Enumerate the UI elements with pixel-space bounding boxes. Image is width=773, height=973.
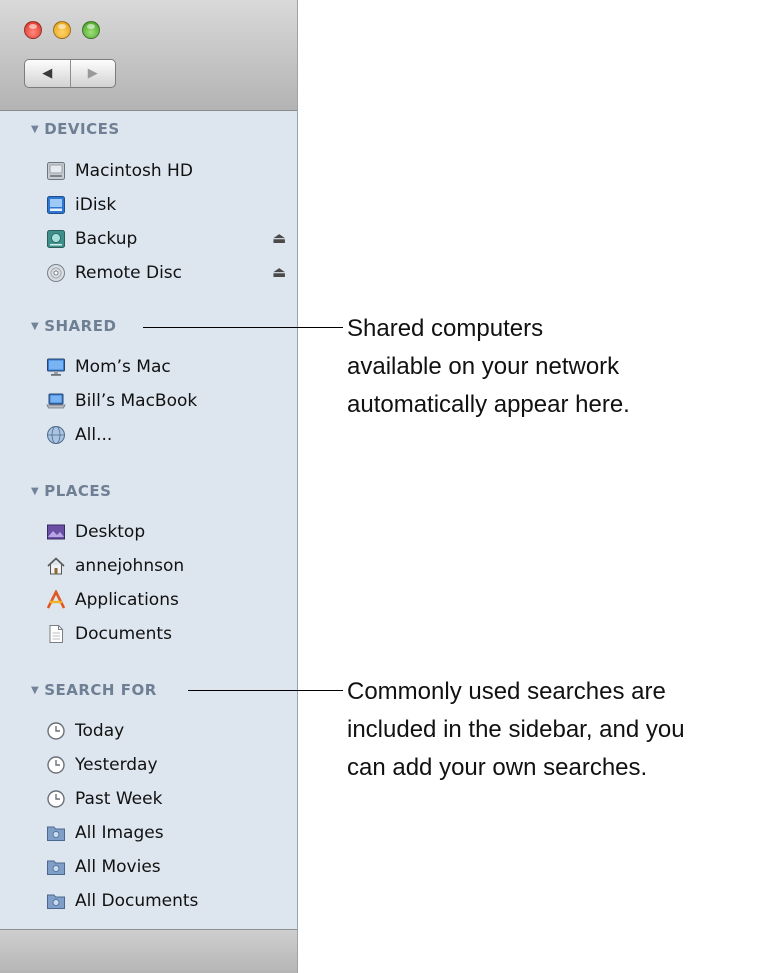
callout-line: available on your network [347, 353, 620, 380]
sidebar-item-remote-disc[interactable]: Remote Disc [46, 258, 182, 288]
forward-button[interactable]: ▶ [71, 60, 116, 87]
sidebar-item-label: Remote Disc [75, 263, 183, 283]
section-label: PLACES [44, 482, 112, 500]
home-icon [46, 556, 66, 576]
smart-folder-icon [46, 891, 66, 911]
desktop-icon [46, 522, 66, 542]
sidebar-item-label: Backup [75, 229, 138, 249]
section-header-devices[interactable]: ▼ DEVICES [31, 120, 120, 138]
sidebar-item-label: All Documents [75, 891, 199, 911]
section-label: SHARED [44, 317, 117, 335]
sidebar-item-label: Macintosh HD [75, 161, 193, 181]
minimize-button[interactable] [53, 21, 71, 39]
hard-drive-icon [46, 161, 66, 181]
clock-icon [46, 755, 66, 775]
finder-window-sidebar: ◀ ▶ ▼ DEVICES Macintosh HD iDisk Backup … [0, 0, 298, 973]
callout-line: automatically appear here. [347, 391, 630, 418]
callout-shared-text: Shared computers available on your netwo… [347, 310, 630, 424]
sidebar-item-label: All Movies [75, 857, 161, 877]
sidebar-item-label: Today [75, 721, 125, 741]
disclosure-triangle-icon[interactable]: ▼ [31, 685, 39, 696]
callout-line-shared [143, 327, 343, 328]
network-globe-icon [46, 425, 66, 445]
sidebar-item-all-movies[interactable]: All Movies [46, 852, 161, 882]
sidebar-item-all-images[interactable]: All Images [46, 818, 164, 848]
sidebar-item-applications[interactable]: Applications [46, 585, 179, 615]
callout-line: included in the sidebar, and you [347, 716, 685, 743]
sidebar-item-label: Mom’s Mac [75, 357, 171, 377]
optical-disc-icon [46, 263, 66, 283]
clock-icon [46, 721, 66, 741]
sidebar-item-label: Desktop [75, 522, 146, 542]
callout-line: Shared computers [347, 315, 544, 342]
window-toolbar: ◀ ▶ [0, 0, 297, 111]
sidebar-item-all-documents[interactable]: All Documents [46, 886, 198, 916]
documents-icon [46, 624, 66, 644]
eject-backup-icon[interactable]: ⏏ [272, 229, 286, 247]
sidebar-item-past-week[interactable]: Past Week [46, 784, 162, 814]
macbook-icon [46, 391, 66, 411]
zoom-button[interactable] [82, 21, 100, 39]
clock-icon [46, 789, 66, 809]
disclosure-triangle-icon[interactable]: ▼ [31, 321, 39, 332]
sidebar-item-label: Applications [75, 590, 179, 610]
sidebar-item-today[interactable]: Today [46, 716, 124, 746]
sidebar-item-label: Yesterday [75, 755, 158, 775]
sidebar-item-label: annejohnson [75, 556, 185, 576]
sidebar-item-label: Bill’s MacBook [75, 391, 198, 411]
callout-line-search [188, 690, 343, 691]
section-header-places[interactable]: ▼ PLACES [31, 482, 111, 500]
sidebar-bottom-bar [0, 929, 297, 973]
section-label: DEVICES [44, 120, 120, 138]
smart-folder-icon [46, 823, 66, 843]
applications-icon [46, 589, 66, 610]
sidebar-item-home[interactable]: annejohnson [46, 551, 184, 581]
section-header-shared[interactable]: ▼ SHARED [31, 317, 116, 335]
sidebar-item-label: iDisk [75, 195, 117, 215]
disclosure-triangle-icon[interactable]: ▼ [31, 124, 39, 135]
forward-arrow-icon: ▶ [87, 66, 98, 81]
sidebar-item-backup[interactable]: Backup [46, 224, 137, 254]
sidebar-item-idisk[interactable]: iDisk [46, 190, 116, 220]
sidebar-item-label: Past Week [75, 789, 163, 809]
idisk-icon [46, 195, 66, 215]
sidebar-item-desktop[interactable]: Desktop [46, 517, 145, 547]
sidebar-item-label: All... [75, 425, 113, 445]
back-forward-control: ◀ ▶ [24, 59, 116, 88]
sidebar-item-moms-mac[interactable]: Mom’s Mac [46, 352, 171, 382]
back-arrow-icon: ◀ [42, 66, 53, 81]
close-button[interactable] [24, 21, 42, 39]
sidebar-item-label: Documents [75, 624, 172, 644]
callout-search-text: Commonly used searches are included in t… [347, 673, 685, 787]
section-label: SEARCH FOR [44, 681, 157, 699]
sidebar-item-macintosh-hd[interactable]: Macintosh HD [46, 156, 193, 186]
section-header-search-for[interactable]: ▼ SEARCH FOR [31, 681, 157, 699]
callout-line: Commonly used searches are [347, 678, 666, 705]
eject-remote-disc-icon[interactable]: ⏏ [272, 263, 286, 281]
imac-icon [46, 357, 66, 377]
backup-drive-icon [46, 229, 66, 249]
sidebar-item-documents[interactable]: Documents [46, 619, 172, 649]
disclosure-triangle-icon[interactable]: ▼ [31, 486, 39, 497]
callout-line: can add your own searches. [347, 754, 648, 781]
sidebar-item-label: All Images [75, 823, 164, 843]
sidebar-item-yesterday[interactable]: Yesterday [46, 750, 158, 780]
back-button[interactable]: ◀ [25, 60, 71, 87]
smart-folder-icon [46, 857, 66, 877]
sidebar-item-bills-macbook[interactable]: Bill’s MacBook [46, 386, 197, 416]
sidebar-item-all-shared[interactable]: All... [46, 420, 112, 450]
